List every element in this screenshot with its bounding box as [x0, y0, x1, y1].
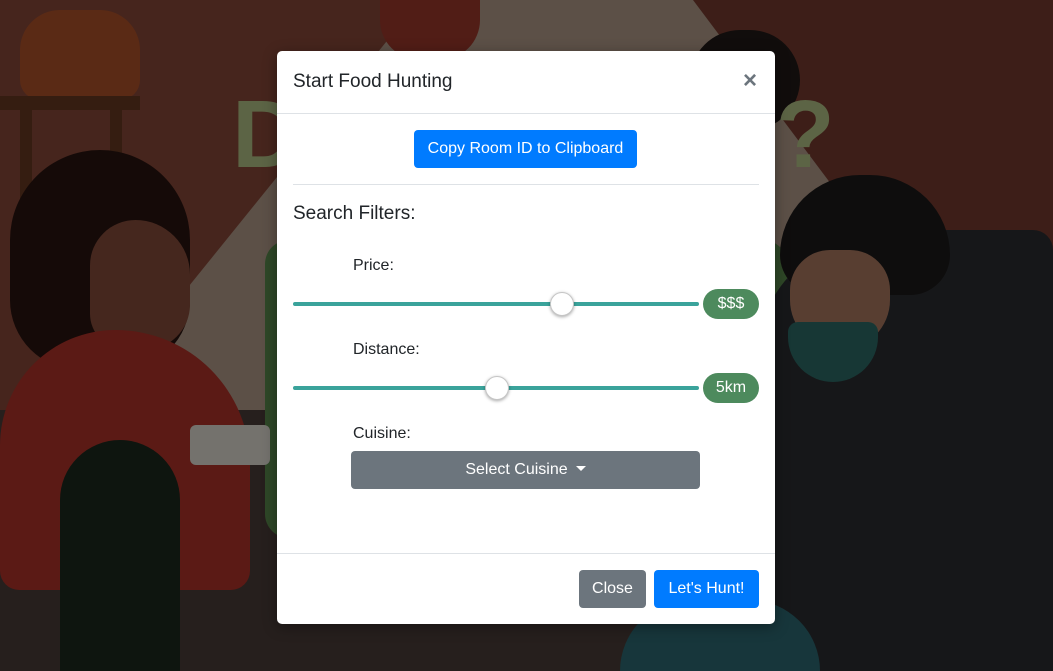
cuisine-label: Cuisine: — [353, 425, 411, 442]
distance-label: Distance: — [353, 341, 420, 358]
close-icon[interactable]: × — [741, 67, 759, 95]
price-value-badge: $$$ — [703, 289, 759, 319]
modal-footer: Close Let's Hunt! — [277, 553, 775, 624]
distance-slider-thumb[interactable] — [485, 376, 509, 400]
price-slider[interactable] — [293, 292, 699, 316]
select-cuisine-dropdown[interactable]: Select Cuisine — [351, 451, 700, 489]
price-slider-track[interactable] — [293, 302, 699, 306]
modal-header: Start Food Hunting × — [277, 51, 775, 114]
select-cuisine-label: Select Cuisine — [465, 461, 568, 478]
divider — [293, 184, 759, 185]
chevron-down-icon — [575, 466, 586, 471]
distance-value-badge: 5km — [703, 373, 759, 403]
lets-hunt-button[interactable]: Let's Hunt! — [654, 570, 759, 608]
distance-slider[interactable] — [293, 376, 699, 400]
search-filters-heading: Search Filters: — [293, 203, 416, 224]
copy-room-id-button[interactable]: Copy Room ID to Clipboard — [414, 130, 637, 168]
price-slider-thumb[interactable] — [549, 292, 574, 316]
modal-title: Start Food Hunting — [293, 71, 453, 92]
food-hunt-modal: Start Food Hunting × Copy Room ID to Cli… — [277, 51, 775, 624]
price-label: Price: — [353, 257, 394, 274]
close-button[interactable]: Close — [579, 570, 646, 608]
